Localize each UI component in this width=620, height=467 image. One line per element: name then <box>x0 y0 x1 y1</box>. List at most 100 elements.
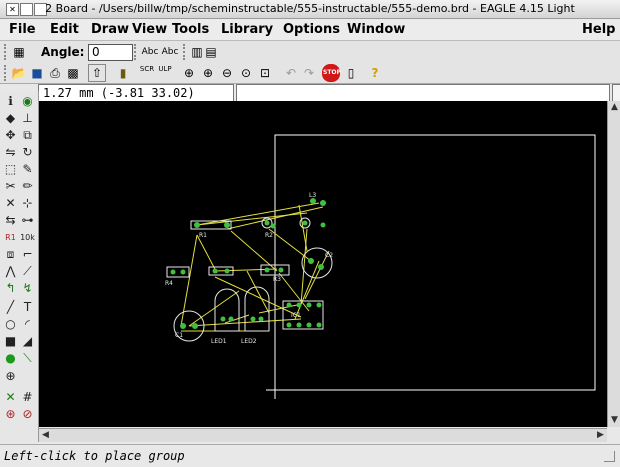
label-led2: LED2 <box>241 338 257 345</box>
board-drawing: L3 R1 R2 C2 R4 R3 C1 LED1 LED2 IC1 <box>165 134 596 399</box>
library-icon[interactable]: ▮ <box>114 64 132 82</box>
arc-icon[interactable]: ◜ <box>19 316 36 333</box>
board-canvas[interactable]: L3 R1 R2 C2 R4 R3 C1 LED1 LED2 IC1 <box>39 101 607 427</box>
menu-options[interactable]: Options <box>283 22 340 37</box>
command-line-input[interactable] <box>236 84 610 102</box>
rotate-icon[interactable]: ↻ <box>19 144 36 161</box>
redo-icon[interactable]: ↷ <box>300 64 318 82</box>
script-icon[interactable]: SCR <box>138 64 156 82</box>
delete-icon[interactable]: ✕ <box>2 195 19 212</box>
label-r1: R1 <box>199 232 207 239</box>
copy-icon[interactable]: ⧉ <box>19 127 36 144</box>
drc-icon[interactable]: ⊘ <box>19 406 36 423</box>
label-c1: C1 <box>175 332 183 339</box>
optimize-icon[interactable]: ⟋ <box>19 263 36 280</box>
toolbar-grip[interactable] <box>134 44 139 60</box>
value-icon[interactable]: 10k <box>19 229 36 246</box>
ratsnest-icon[interactable]: ✕ <box>2 389 19 406</box>
hole-icon[interactable]: ⊕ <box>2 368 19 385</box>
display-layers-icon[interactable]: ◆ <box>2 110 19 127</box>
show-icon[interactable]: ◉ <box>19 93 36 110</box>
move-icon[interactable]: ✥ <box>2 127 19 144</box>
angle-label: Angle: <box>41 45 85 59</box>
signal-icon[interactable]: ⟍ <box>19 350 36 367</box>
zoom-fit-icon[interactable]: ⊕ <box>180 64 198 82</box>
undo-icon[interactable]: ↶ <box>282 64 300 82</box>
mirror-text-button[interactable]: Abc <box>140 43 160 61</box>
component-r2: R2 <box>261 217 326 239</box>
scroll-down-icon[interactable]: ▼ <box>608 414 620 427</box>
rect-icon[interactable]: ■ <box>2 333 19 350</box>
print-icon[interactable]: ⎙ <box>46 64 64 82</box>
auto-icon[interactable]: # <box>19 389 36 406</box>
grid-icon[interactable]: ▦ <box>10 43 28 61</box>
paste-icon[interactable]: ✂ <box>2 178 19 195</box>
zoom-out-icon[interactable]: ⊖ <box>218 64 236 82</box>
via-icon[interactable]: ● <box>2 350 19 367</box>
text-icon[interactable]: T <box>19 299 36 316</box>
menu-view[interactable]: View <box>132 22 167 37</box>
zoom-in-icon[interactable]: ⊕ <box>199 64 217 82</box>
split-icon[interactable]: ⋀ <box>2 263 19 280</box>
scroll-left-icon[interactable]: ◀ <box>39 429 52 442</box>
add-icon[interactable]: ⊹ <box>19 195 36 212</box>
coordinate-display: 1.27 mm (-3.81 33.02) <box>38 84 234 102</box>
route-icon[interactable]: ↰ <box>2 280 19 297</box>
label-r3: R3 <box>273 276 281 283</box>
lock-icon[interactable]: ⊶ <box>19 212 36 229</box>
cam-icon[interactable]: ▩ <box>64 64 82 82</box>
parameter-toolbar: ▦ Angle: 0 Abc Abc ▥ ▤ <box>0 41 620 64</box>
save-icon[interactable]: ■ <box>28 64 46 82</box>
horizontal-scrollbar[interactable]: ◀ ▶ <box>39 428 607 442</box>
toolbar-grip[interactable] <box>4 65 9 81</box>
spin-text-label: Abc <box>161 47 179 57</box>
zoom-redraw-icon[interactable]: ⊙ <box>237 64 255 82</box>
open-icon[interactable]: 📂 <box>10 64 28 82</box>
erc-icon[interactable]: ⊛ <box>2 406 19 423</box>
replace-icon[interactable]: ⇆ <box>2 212 19 229</box>
wire-icon[interactable]: ╱ <box>2 299 19 316</box>
mark-icon[interactable]: ⊥ <box>19 110 36 127</box>
resize-grip-icon[interactable] <box>604 451 615 462</box>
scroll-right-icon[interactable]: ▶ <box>594 429 607 442</box>
label-l3: L3 <box>309 192 316 199</box>
info-icon[interactable]: ℹ <box>2 93 19 110</box>
angle-input[interactable]: 0 <box>88 44 133 61</box>
label-r2: R2 <box>265 232 273 239</box>
switch-to-schematic-icon[interactable]: ⇧ <box>88 64 106 82</box>
menu-window[interactable]: Window <box>347 22 405 37</box>
polygon-icon[interactable]: ◢ <box>19 333 36 350</box>
pen-icon[interactable]: ✏ <box>19 178 36 195</box>
mirror-text-label: Abc <box>141 47 159 57</box>
menu-help[interactable]: Help <box>582 22 615 37</box>
action-toolbar: 📂 ■ ⎙ ▩ ⇧ ▮ SCR ULP ⊕ ⊕ ⊖ ⊙ ⊡ ↶ ↷ STOP ▯… <box>0 63 620 84</box>
mirror-icon[interactable]: ⇋ <box>2 144 19 161</box>
menu-draw[interactable]: Draw <box>91 22 129 37</box>
command-toolbar: ℹ ◉ ◆ ⊥ ✥ ⧉ ⇋ ↻ ⬚ ✎ ✂ ✏ ✕ ⊹ ⇆ ⊶ R1 10k ⧈… <box>0 91 39 442</box>
command-history-button[interactable] <box>612 84 620 102</box>
vertical-scrollbar[interactable]: ▲ ▼ <box>607 101 620 427</box>
ulp-icon[interactable]: ULP <box>156 64 174 82</box>
menu-edit[interactable]: Edit <box>50 22 79 37</box>
ripup-icon[interactable]: ↯ <box>19 280 36 297</box>
change-icon[interactable]: ✎ <box>19 161 36 178</box>
help-icon[interactable]: ? <box>366 64 384 82</box>
component-r4: R4 <box>165 266 190 287</box>
menu-tools[interactable]: Tools <box>172 22 209 37</box>
scroll-up-icon[interactable]: ▲ <box>608 101 620 114</box>
layer-split-icon[interactable]: ▤ <box>202 43 220 61</box>
miter-icon[interactable]: ⌐ <box>19 246 36 263</box>
name-icon[interactable]: R1 <box>2 229 19 246</box>
menu-library[interactable]: Library <box>221 22 273 37</box>
group-icon[interactable]: ⬚ <box>2 161 19 178</box>
menu-file[interactable]: File <box>9 22 36 37</box>
status-text: Left-click to place group <box>4 449 185 463</box>
go-icon[interactable]: ▯ <box>342 64 360 82</box>
spin-text-button[interactable]: Abc <box>160 43 180 61</box>
toolbar-grip[interactable] <box>4 44 9 60</box>
stop-icon[interactable]: STOP <box>322 64 341 82</box>
zoom-select-icon[interactable]: ⊡ <box>256 64 274 82</box>
label-led1: LED1 <box>211 338 227 345</box>
circle-icon[interactable]: ○ <box>2 316 19 333</box>
smash-icon[interactable]: ⧈ <box>2 246 19 263</box>
